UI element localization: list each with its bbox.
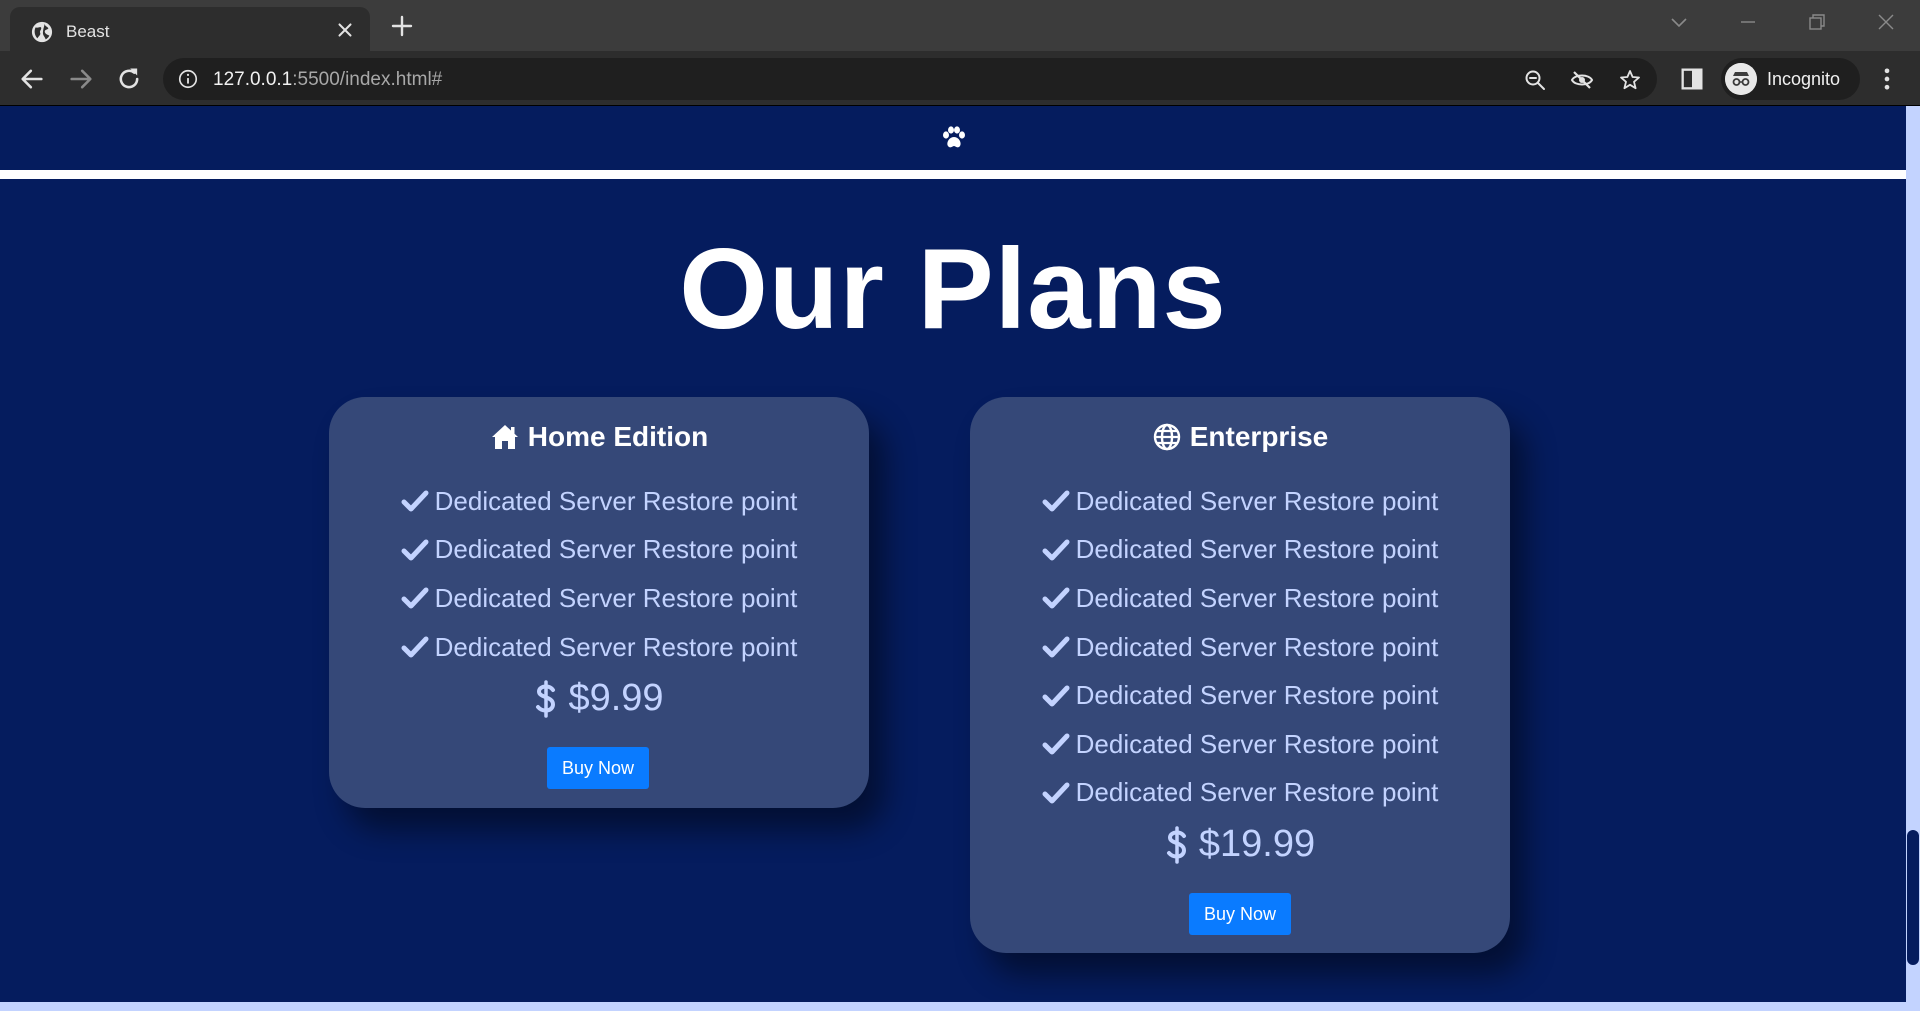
plan-header: Home Edition (329, 419, 869, 455)
plan-title: Enterprise (1189, 421, 1329, 452)
incognito-profile-button[interactable]: Incognito (1721, 58, 1860, 100)
plan-price-value: $9.99 (568, 677, 664, 719)
plan-feature: Dedicated Server Restore point (970, 526, 1510, 575)
check-icon (401, 539, 429, 561)
incognito-label: Incognito (1767, 69, 1841, 89)
browser-tab[interactable]: Beast (10, 7, 370, 51)
plan-price: $19.99 (970, 823, 1510, 866)
plan-feature: Dedicated Server Restore point (970, 574, 1510, 623)
plan-price: $9.99 (329, 677, 869, 720)
plan-feature: Dedicated Server Restore point (329, 623, 869, 672)
new-tab-icon[interactable] (390, 14, 414, 38)
page-viewport: Our Plans Home Edition Dedicated Server … (0, 106, 1920, 1011)
home-icon (491, 425, 518, 449)
url-text[interactable]: 127.0.0.1:5500/index.html# (213, 69, 442, 91)
check-icon (1042, 733, 1070, 755)
forward-icon[interactable] (67, 65, 95, 93)
scrollbar-thumb[interactable] (1907, 830, 1919, 965)
plan-card-enterprise: Enterprise Dedicated Server Restore poin… (970, 397, 1510, 953)
plan-feature-text: Dedicated Server Restore point (1075, 777, 1439, 808)
plan-feature-text: Dedicated Server Restore point (1075, 728, 1439, 759)
buy-now-button[interactable]: Buy Now (1189, 893, 1292, 935)
plan-feature-text: Dedicated Server Restore point (1075, 582, 1439, 613)
browser-menu-icon[interactable] (1873, 65, 1901, 93)
plan-title: Home Edition (527, 421, 709, 452)
plan-feature: Dedicated Server Restore point (970, 671, 1510, 720)
globe-favicon-icon (31, 21, 53, 43)
eye-off-icon[interactable] (1570, 68, 1594, 92)
bookmark-star-icon[interactable] (1618, 68, 1642, 92)
browser-toolbar: 127.0.0.1:5500/index.html# Incognito (0, 51, 1920, 106)
zoom-out-icon[interactable] (1523, 68, 1547, 92)
plan-feature: Dedicated Server Restore point (970, 477, 1510, 526)
plan-feature-text: Dedicated Server Restore point (1075, 534, 1439, 565)
browser-tab-strip: Beast (0, 0, 1920, 51)
check-icon (1042, 685, 1070, 707)
plan-card-home: Home Edition Dedicated Server Restore po… (329, 397, 869, 808)
plan-feature-text: Dedicated Server Restore point (1075, 680, 1439, 711)
plan-feature: Dedicated Server Restore point (970, 623, 1510, 672)
plan-feature: Dedicated Server Restore point (329, 574, 869, 623)
check-icon (401, 490, 429, 512)
plan-feature-text: Dedicated Server Restore point (434, 631, 798, 662)
check-icon (1042, 782, 1070, 804)
back-icon[interactable] (18, 65, 46, 93)
check-icon (401, 636, 429, 658)
url-host: 127.0.0.1 (213, 69, 293, 90)
reload-icon[interactable] (115, 65, 143, 93)
plan-feature-text: Dedicated Server Restore point (434, 582, 798, 613)
url-path: :5500/index.html# (292, 69, 443, 90)
check-icon (1042, 490, 1070, 512)
header-divider (0, 170, 1906, 179)
buy-now-button[interactable]: Buy Now (547, 747, 650, 789)
plan-feature-text: Dedicated Server Restore point (434, 485, 798, 516)
plan-feature: Dedicated Server Restore point (329, 526, 869, 575)
plan-feature-text: Dedicated Server Restore point (1075, 631, 1439, 662)
page-title: Our Plans (679, 226, 1227, 353)
check-icon (401, 587, 429, 609)
plan-feature-list: Dedicated Server Restore point Dedicated… (970, 477, 1510, 817)
check-icon (1042, 636, 1070, 658)
close-tab-icon[interactable] (334, 19, 356, 41)
tab-title: Beast (66, 22, 110, 41)
address-bar[interactable]: 127.0.0.1:5500/index.html# (163, 58, 1657, 100)
incognito-icon (1725, 63, 1757, 95)
dollar-icon (1166, 825, 1186, 864)
plan-feature-text: Dedicated Server Restore point (434, 534, 798, 565)
check-icon (1042, 539, 1070, 561)
site-header (0, 106, 1906, 170)
minimize-icon[interactable] (1736, 10, 1760, 34)
section-bottom-border (0, 1002, 1906, 1011)
plan-price-value: $19.99 (1198, 823, 1316, 865)
globe-icon (1153, 423, 1180, 451)
plan-feature: Dedicated Server Restore point (970, 769, 1510, 818)
plan-feature-text: Dedicated Server Restore point (1075, 485, 1439, 516)
plan-feature-list: Dedicated Server Restore point Dedicated… (329, 477, 869, 671)
check-icon (1042, 587, 1070, 609)
close-window-icon[interactable] (1874, 10, 1898, 34)
site-info-icon[interactable] (177, 68, 199, 90)
tab-search-icon[interactable] (1667, 10, 1691, 34)
restore-window-icon[interactable] (1805, 10, 1829, 34)
plan-feature: Dedicated Server Restore point (970, 720, 1510, 769)
dollar-icon (536, 679, 556, 718)
side-panel-icon[interactable] (1678, 65, 1706, 93)
plan-header: Enterprise (970, 419, 1510, 455)
paw-logo-icon[interactable] (941, 126, 967, 150)
plan-feature: Dedicated Server Restore point (329, 477, 869, 526)
